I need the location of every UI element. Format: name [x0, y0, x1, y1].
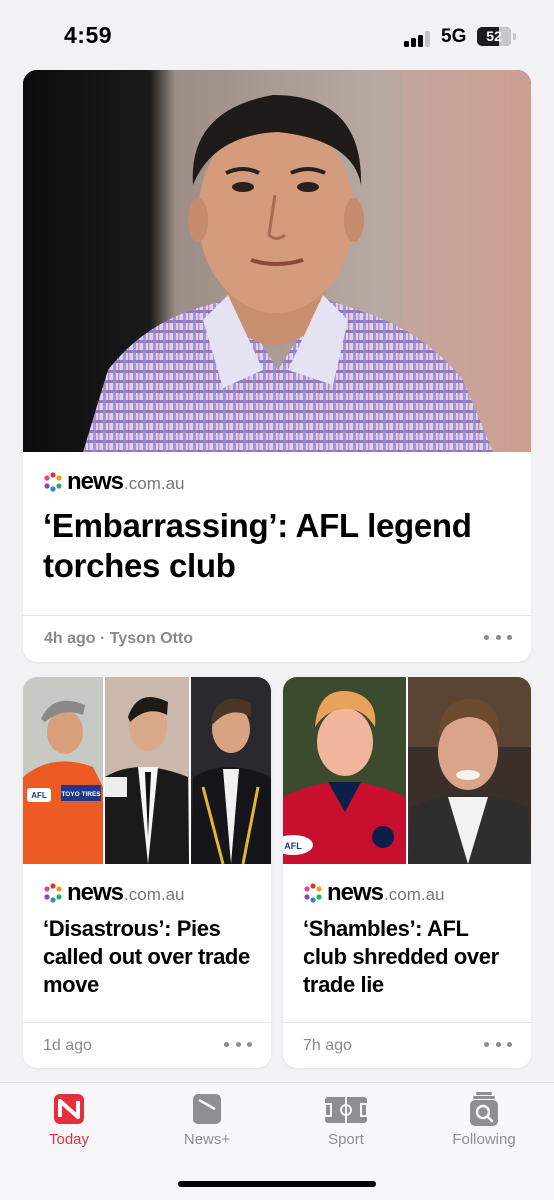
tab-news-plus[interactable]: News+: [152, 1091, 262, 1148]
article-meta: 7h ago: [303, 1037, 352, 1054]
publisher-logo: news .com.au: [42, 468, 185, 496]
divider: [283, 1022, 531, 1023]
svg-text:AFL: AFL: [31, 791, 47, 800]
tab-today[interactable]: Today: [14, 1091, 124, 1148]
status-time: 4:59: [64, 22, 113, 48]
hero-article-image: [23, 70, 531, 452]
battery-icon: 52: [477, 27, 511, 46]
news-plus-icon: [193, 1094, 221, 1124]
more-options-icon[interactable]: [484, 635, 512, 643]
article-headline[interactable]: ‘Disastrous’: Pies called out over trade…: [43, 915, 253, 999]
svg-text:AFL: AFL: [284, 841, 302, 851]
publisher-logo: news .com.au: [42, 879, 185, 907]
news-logo-icon: [44, 883, 62, 903]
news-icon: [54, 1094, 84, 1124]
network-type: 5G: [441, 26, 467, 47]
tab-following[interactable]: Following: [429, 1091, 539, 1148]
news-logo-icon: [304, 883, 322, 903]
divider: [23, 615, 531, 616]
news-logo-icon: [44, 472, 62, 492]
article-card[interactable]: AFL TOYO TIRES news .com.au ‘Disastrous’…: [23, 677, 271, 1068]
publisher-logo: news .com.au: [302, 879, 445, 907]
more-options-icon[interactable]: [484, 1042, 512, 1050]
more-options-icon[interactable]: [224, 1042, 252, 1050]
battery-level: 52: [486, 28, 502, 44]
home-indicator[interactable]: [178, 1181, 376, 1187]
article-meta: 1d ago: [43, 1037, 92, 1054]
svg-text:TOYO TIRES: TOYO TIRES: [61, 791, 101, 798]
article-headline[interactable]: ‘Shambles’: AFL club shredded over trade…: [303, 915, 513, 999]
hero-article-card[interactable]: news .com.au ‘Embarrassing’: AFL legend t…: [23, 70, 531, 662]
hero-headline[interactable]: ‘Embarrassing’: AFL legend torches club: [43, 506, 513, 586]
article-image: AFL: [283, 677, 531, 864]
article-meta: 4h ago · Tyson Otto: [44, 630, 194, 647]
following-search-icon: [470, 1092, 498, 1126]
article-card[interactable]: AFL news .com.au ‘Shambles’: AFL club shr…: [283, 677, 531, 1068]
article-image: AFL TOYO TIRES: [23, 677, 271, 864]
cellular-signal-icon: [404, 31, 434, 47]
tab-sport[interactable]: Sport: [291, 1091, 401, 1148]
sport-field-icon: [324, 1097, 368, 1123]
divider: [23, 1022, 271, 1023]
status-bar: 4:59 5G 52: [0, 0, 554, 70]
battery-nub: [513, 33, 516, 40]
